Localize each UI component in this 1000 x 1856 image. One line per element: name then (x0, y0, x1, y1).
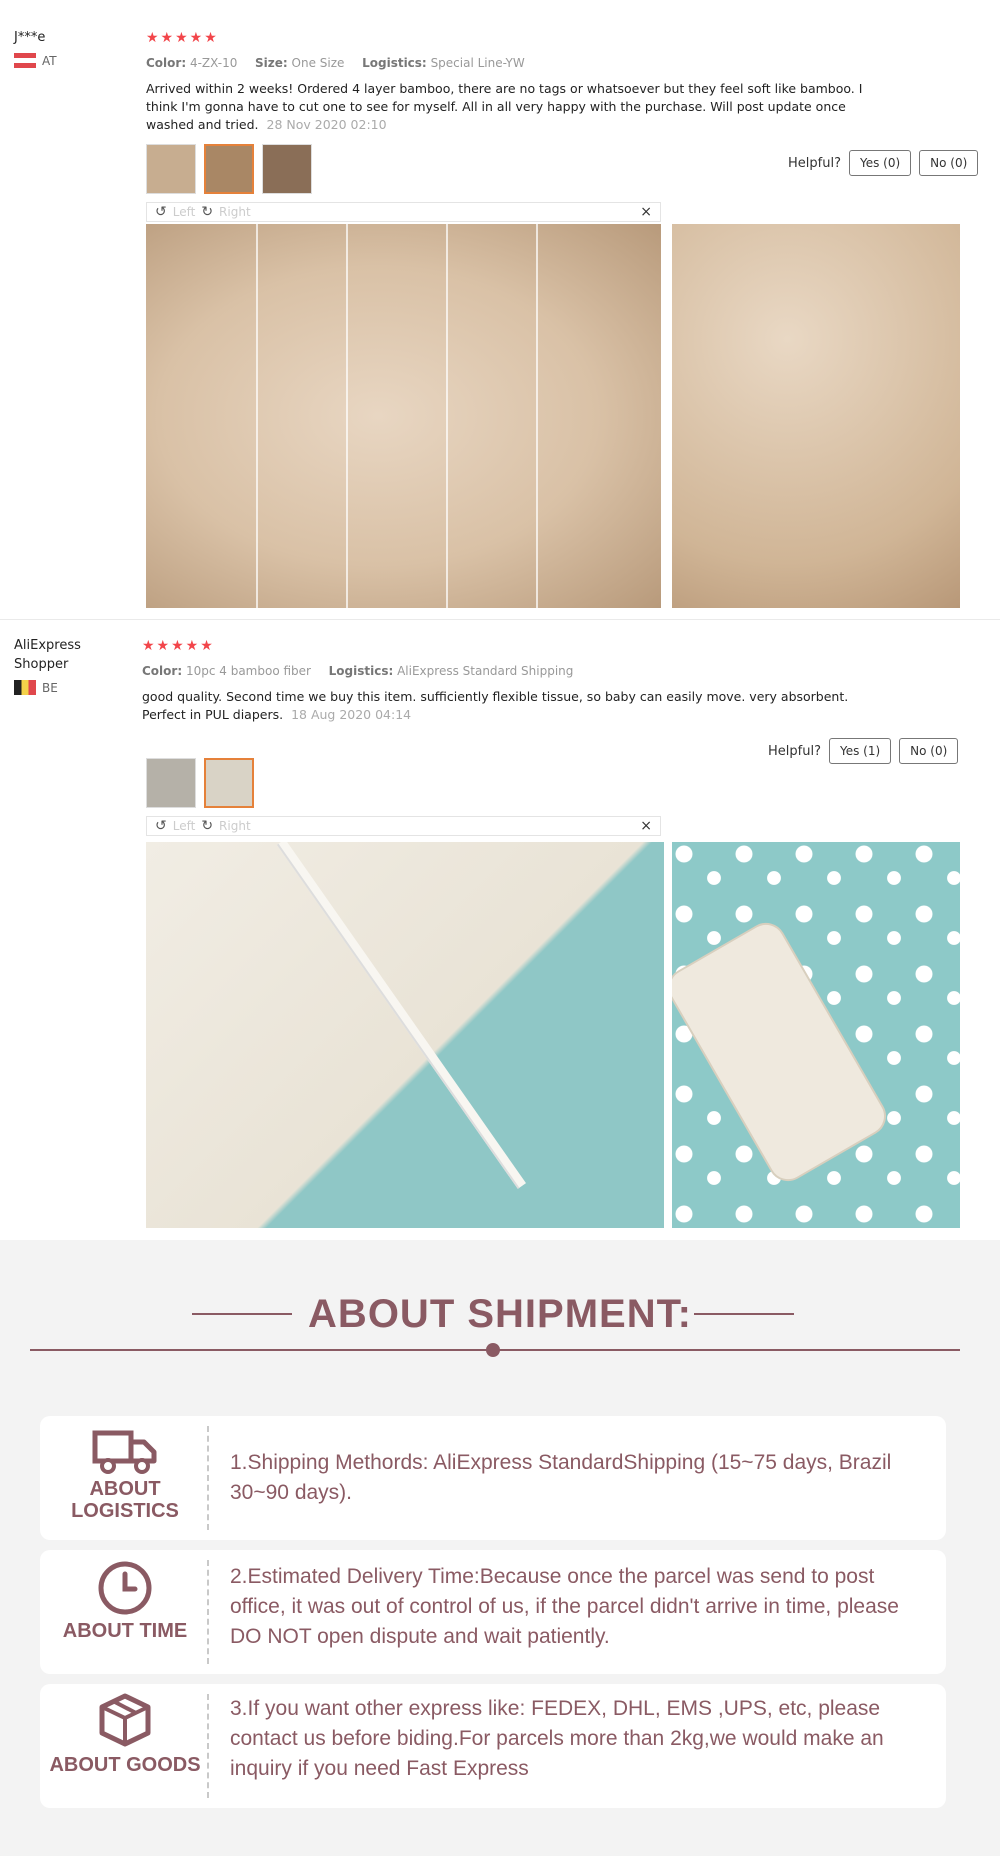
shipment-title: ABOUT SHIPMENT: (308, 1292, 692, 1336)
star-rating: ★★★★★ (146, 30, 219, 46)
rotate-left-label[interactable]: Left (173, 819, 196, 833)
helpful-label: Helpful? (788, 155, 841, 171)
size-label: Size: (255, 56, 288, 70)
time-label: ABOUT TIME (62, 1620, 188, 1642)
close-viewer-icon[interactable]: × (640, 818, 652, 834)
review-photo-secondary (672, 842, 960, 1228)
logistics-description: 1.Shipping Methords: AliExpress Standard… (230, 1451, 892, 1504)
logistics-card: ABOUT LOGISTICS 1.Shipping Methords: Ali… (40, 1416, 946, 1540)
rotate-right-label[interactable]: Right (219, 819, 251, 833)
divider-dot (486, 1343, 500, 1357)
review-text: good quality. Second time we buy this it… (142, 688, 882, 724)
austria-flag-icon (14, 53, 36, 68)
photo-thumbnail-selected[interactable] (204, 758, 254, 808)
image-viewer-toolbar: ↺ Left ↻ Right × (146, 202, 661, 222)
color-label: Color: (146, 56, 187, 70)
review-photo-secondary (672, 224, 960, 608)
review-meta: Color: 4-ZX-10 Size: One Size Logistics:… (146, 56, 986, 72)
truck-icon (92, 1430, 157, 1474)
helpful-no-button[interactable]: No (0) (919, 150, 979, 176)
rotate-right-icon[interactable]: ↻ (201, 204, 213, 220)
review-date: 28 Nov 2020 02:10 (266, 117, 387, 132)
shipment-section: ABOUT SHIPMENT: ABOUT LOGISTICS 1.Shippi… (0, 1240, 1000, 1856)
reviewer-name: AliExpress Shopper (14, 638, 81, 672)
star-rating: ★★★★★ (142, 638, 215, 654)
photo-thumbnail[interactable] (146, 758, 196, 808)
rotate-right-icon[interactable]: ↻ (201, 818, 213, 834)
review-date: 18 Aug 2020 04:14 (291, 707, 412, 722)
photo-thumbnail[interactable] (146, 144, 196, 194)
goods-card: ABOUT GOODS 3.If you want other express … (40, 1684, 946, 1808)
belgium-flag-icon (14, 680, 36, 695)
review-photo-large (146, 842, 664, 1228)
rotate-right-label[interactable]: Right (219, 205, 251, 219)
image-viewer-toolbar: ↺ Left ↻ Right × (146, 816, 661, 836)
color-value: 10pc 4 bamboo fiber (185, 664, 311, 678)
helpful-controls: Helpful? Yes (0) No (0) (788, 150, 979, 176)
photo-thumbnail-selected[interactable] (204, 144, 254, 194)
photo-thumbnails (146, 758, 254, 808)
close-viewer-icon[interactable]: × (640, 204, 652, 220)
reviewer-country: AT (42, 53, 57, 68)
rotate-left-icon[interactable]: ↺ (155, 204, 167, 220)
photo-thumbnails (146, 144, 312, 194)
review-2: AliExpress Shopper BE ★★★★★ Color: 10pc … (0, 620, 1000, 1240)
review-1: J***e AT ★★★★★ Color: 4-ZX-10 Size: One … (0, 0, 1000, 620)
helpful-no-button[interactable]: No (0) (899, 738, 959, 764)
logistics-label: Logistics: (328, 664, 394, 678)
rotate-left-icon[interactable]: ↺ (155, 818, 167, 834)
review-body: good quality. Second time we buy this it… (142, 689, 849, 722)
review-text: Arrived within 2 weeks! Ordered 4 layer … (146, 80, 886, 134)
review-photo-large (146, 224, 661, 608)
size-value: One Size (291, 56, 345, 70)
review-content: ★★★★★ Color: 10pc 4 bamboo fiber Logisti… (142, 638, 982, 724)
logistics-value: Special Line-YW (430, 56, 525, 70)
reviewer-info: AliExpress Shopper BE (14, 636, 104, 695)
goods-label: ABOUT GOODS (49, 1754, 201, 1776)
reviewer-country: BE (42, 680, 58, 695)
review-body: Arrived within 2 weeks! Ordered 4 layer … (146, 81, 863, 132)
time-card: ABOUT TIME 2.Estimated Delivery Time:Bec… (40, 1550, 946, 1674)
rotate-left-label[interactable]: Left (173, 205, 196, 219)
goods-description: 3.If you want other express like: FEDEX,… (230, 1697, 884, 1780)
color-label: Color: (142, 664, 183, 678)
time-description: 2.Estimated Delivery Time:Because once t… (230, 1565, 899, 1648)
photo-thumbnail[interactable] (262, 144, 312, 194)
reviewer-name: J***e (14, 30, 46, 45)
helpful-yes-button[interactable]: Yes (0) (848, 150, 912, 176)
reviewer-info: J***e AT (14, 28, 57, 68)
helpful-label: Helpful? (768, 743, 821, 759)
logistics-label: Logistics: (362, 56, 427, 70)
color-value: 4-ZX-10 (189, 56, 238, 70)
helpful-controls: Helpful? Yes (1) No (0) (768, 738, 959, 764)
logistics-value: AliExpress Standard Shipping (397, 664, 574, 678)
box-icon (99, 1693, 151, 1747)
helpful-yes-button[interactable]: Yes (1) (828, 738, 892, 764)
clock-icon (98, 1561, 152, 1615)
logistics-label: ABOUT LOGISTICS (71, 1478, 179, 1522)
review-content: ★★★★★ Color: 4-ZX-10 Size: One Size Logi… (146, 30, 986, 134)
review-meta: Color: 10pc 4 bamboo fiber Logistics: Al… (142, 664, 982, 680)
